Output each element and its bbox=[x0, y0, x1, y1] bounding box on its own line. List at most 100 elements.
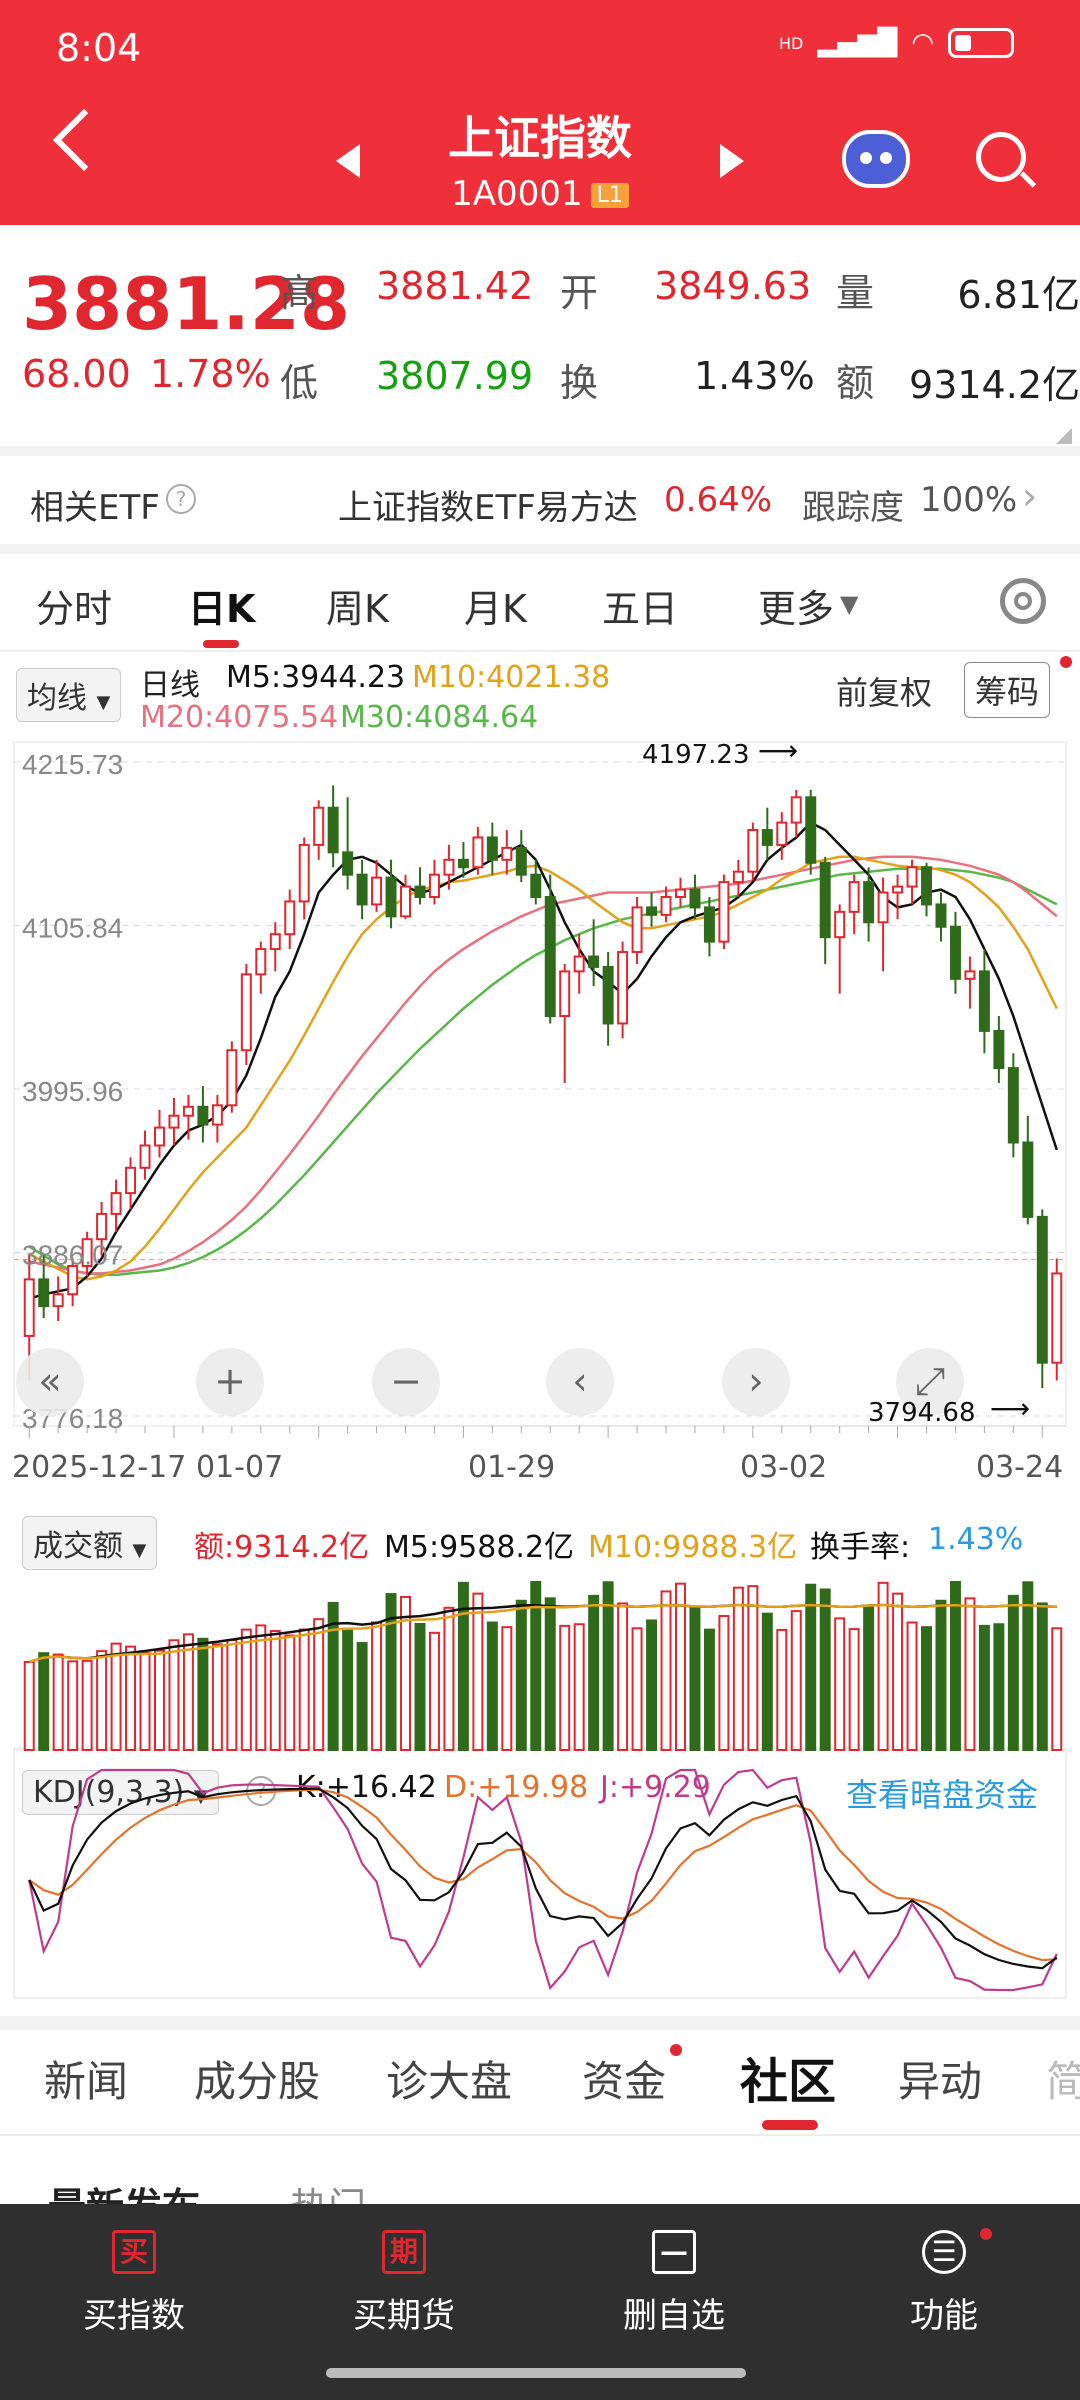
candle-up bbox=[631, 906, 643, 954]
volume-bar bbox=[182, 1633, 194, 1751]
candle-up bbox=[153, 1126, 165, 1147]
candle-up bbox=[168, 1114, 180, 1129]
ma10-line bbox=[28, 855, 1058, 1281]
volume-bar bbox=[559, 1624, 571, 1751]
buy-futures-label: 买期货 bbox=[353, 2296, 455, 2336]
volume-bar bbox=[602, 1581, 614, 1752]
volume-bar bbox=[544, 1597, 556, 1751]
remove-watchlist-button[interactable]: — 删自选 bbox=[574, 2230, 774, 2337]
volume-bar bbox=[1036, 1602, 1048, 1751]
candle-down bbox=[949, 925, 961, 980]
max-price-label: 4197.23 bbox=[642, 740, 750, 770]
volume-bar bbox=[313, 1618, 325, 1751]
volume-bar bbox=[892, 1592, 904, 1751]
candle-down bbox=[1036, 1215, 1048, 1364]
volume-bar bbox=[660, 1590, 672, 1751]
candle-down bbox=[805, 796, 817, 864]
volume-bar bbox=[790, 1610, 802, 1752]
volume-bar bbox=[269, 1630, 281, 1751]
tab-funds[interactable]: 资金 bbox=[582, 2048, 666, 2109]
volume-bar bbox=[805, 1583, 817, 1752]
candle-down bbox=[703, 906, 715, 943]
candle-down bbox=[530, 873, 542, 898]
candle-up bbox=[718, 881, 730, 943]
volume-bar bbox=[776, 1628, 788, 1751]
volume-bar bbox=[978, 1624, 990, 1751]
candle-up bbox=[501, 846, 513, 861]
volume-bars bbox=[14, 1581, 1066, 1752]
buy-index-button[interactable]: 买 买指数 bbox=[34, 2230, 234, 2337]
buy-futures-button[interactable]: 期 买期货 bbox=[304, 2230, 504, 2337]
volume-bar bbox=[23, 1660, 35, 1752]
tab-constituents[interactable]: 成分股 bbox=[194, 2048, 320, 2109]
candle-up bbox=[269, 933, 281, 951]
volume-bar bbox=[139, 1652, 151, 1752]
scroll-left-icon-glyph: ‹ bbox=[572, 1359, 587, 1403]
candle-down bbox=[863, 881, 875, 924]
ma5-line bbox=[28, 821, 1058, 1300]
candle-up bbox=[240, 973, 252, 1052]
functions-button[interactable]: ☰ 功能 bbox=[844, 2230, 1044, 2337]
buy-index-icon: 买 bbox=[112, 2230, 156, 2274]
candle-down bbox=[327, 806, 339, 854]
kdj-border bbox=[13, 1747, 1067, 1999]
candle-up bbox=[964, 970, 976, 980]
notification-dot bbox=[670, 2044, 682, 2056]
ma-lines bbox=[28, 821, 1058, 1300]
x-label-3: 01-29 bbox=[468, 1450, 556, 1485]
x-label-start: 2025-12-17 bbox=[12, 1450, 187, 1485]
candle-up bbox=[790, 796, 802, 824]
volume-bar bbox=[96, 1650, 108, 1751]
volume-bar bbox=[211, 1643, 223, 1751]
candle-down bbox=[978, 970, 990, 1032]
remove-watchlist-icon: — bbox=[652, 2230, 696, 2274]
candle-down bbox=[385, 876, 397, 918]
tab-movement[interactable]: 异动 bbox=[898, 2048, 982, 2109]
volume-bar bbox=[819, 1588, 831, 1751]
volume-bar bbox=[761, 1612, 773, 1752]
volume-bar bbox=[428, 1631, 440, 1751]
kdj-j-line bbox=[28, 1768, 1058, 1992]
volume-bar bbox=[848, 1628, 860, 1752]
divider bbox=[0, 2134, 1080, 2136]
volume-bar bbox=[255, 1624, 267, 1751]
candle-down bbox=[689, 888, 701, 909]
kdj-k-line bbox=[28, 1787, 1058, 1970]
candle-down bbox=[1022, 1141, 1034, 1218]
tab-diagnosis[interactable]: 诊大盘 bbox=[386, 2048, 512, 2109]
arrow-right-icon: ⟶ bbox=[758, 734, 799, 767]
candle-up bbox=[776, 821, 788, 846]
candle-up bbox=[371, 876, 383, 906]
volume-bar bbox=[1022, 1581, 1034, 1751]
candle-up bbox=[182, 1105, 194, 1117]
candle-up bbox=[125, 1166, 137, 1195]
arrow-right-icon: ⟶ bbox=[990, 1392, 1031, 1425]
candle-up bbox=[559, 970, 571, 1018]
candle-up bbox=[298, 843, 310, 903]
candle-down bbox=[1007, 1067, 1019, 1144]
candle-down bbox=[457, 858, 469, 869]
candle-up bbox=[573, 955, 585, 973]
ma20-line bbox=[28, 855, 1058, 1275]
volume-bar bbox=[993, 1623, 1005, 1751]
candle-down bbox=[342, 851, 354, 876]
tab-more-cutoff[interactable]: 简 bbox=[1046, 2048, 1080, 2109]
tab-community[interactable]: 社区 bbox=[740, 2042, 836, 2112]
volume-bar bbox=[949, 1581, 961, 1751]
candle-up bbox=[617, 951, 629, 1025]
candle-up bbox=[400, 885, 412, 918]
volume-bar bbox=[486, 1621, 498, 1752]
kline-chart[interactable]: 4215.734105.843995.963886.073776.18 «+ − ‹… bbox=[0, 0, 1080, 2020]
volume-bar bbox=[964, 1597, 976, 1751]
tab-news[interactable]: 新闻 bbox=[44, 2048, 128, 2109]
volume-bar bbox=[877, 1581, 889, 1751]
candle-down bbox=[761, 829, 773, 846]
volume-bar bbox=[356, 1642, 368, 1752]
candle-down bbox=[602, 965, 614, 1025]
candle-up bbox=[96, 1212, 108, 1241]
candle-down bbox=[486, 836, 498, 861]
candle-up bbox=[255, 948, 267, 976]
min-price-label: 3794.68 bbox=[868, 1398, 976, 1428]
candle-down bbox=[544, 895, 556, 1018]
volume-bar bbox=[863, 1604, 875, 1751]
